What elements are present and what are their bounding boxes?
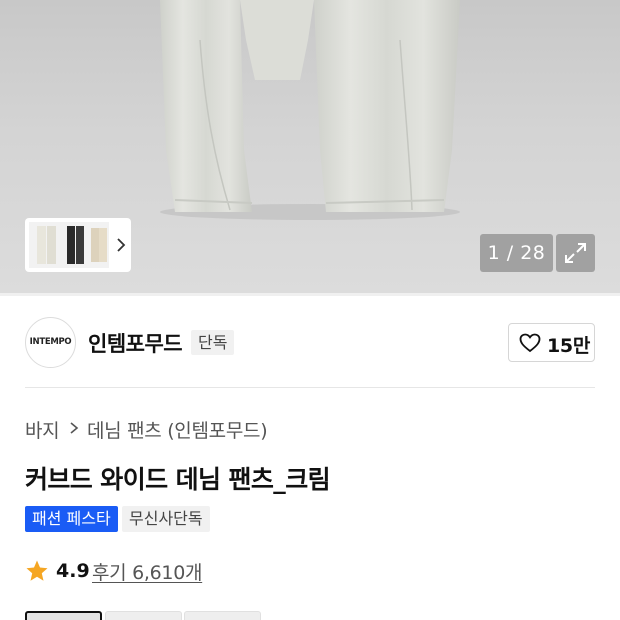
image-counter: 1 / 28 — [480, 234, 553, 272]
rating-score: 4.9 — [56, 560, 90, 582]
divider — [0, 293, 620, 296]
promo-badge: 패션 페스타 — [25, 506, 118, 532]
brand-name[interactable]: 인템포무드 — [88, 328, 183, 358]
divider — [25, 387, 595, 388]
product-image-gallery[interactable]: 1 / 28 — [0, 0, 620, 296]
like-button[interactable]: 15만 — [508, 323, 595, 362]
star-icon — [26, 560, 48, 581]
brand-logo[interactable]: INTEMPO — [25, 317, 76, 368]
exclusive-badge: 무신사단독 — [122, 506, 210, 532]
breadcrumb-category[interactable]: 바지 — [25, 416, 60, 443]
chevron-right-icon — [70, 422, 79, 434]
heart-icon — [519, 333, 541, 353]
thumbnail-images — [29, 222, 109, 268]
brand-exclusive-tag: 단독 — [191, 330, 235, 355]
product-title: 커브드 와이드 데님 팬츠_크림 — [25, 465, 331, 494]
expand-icon — [565, 243, 586, 263]
color-option-3[interactable] — [184, 611, 261, 620]
color-option-2[interactable] — [105, 611, 182, 620]
expand-button[interactable] — [556, 234, 595, 272]
thumbnail-strip[interactable] — [25, 218, 131, 272]
chevron-right-icon[interactable] — [113, 236, 129, 254]
like-count: 15만 — [547, 335, 591, 357]
breadcrumb-subcategory[interactable]: 데님 팬츠 (인템포무드) — [87, 416, 268, 443]
reviews-link[interactable]: 후기 6,610개 — [92, 558, 202, 585]
color-option-1[interactable] — [25, 611, 102, 620]
